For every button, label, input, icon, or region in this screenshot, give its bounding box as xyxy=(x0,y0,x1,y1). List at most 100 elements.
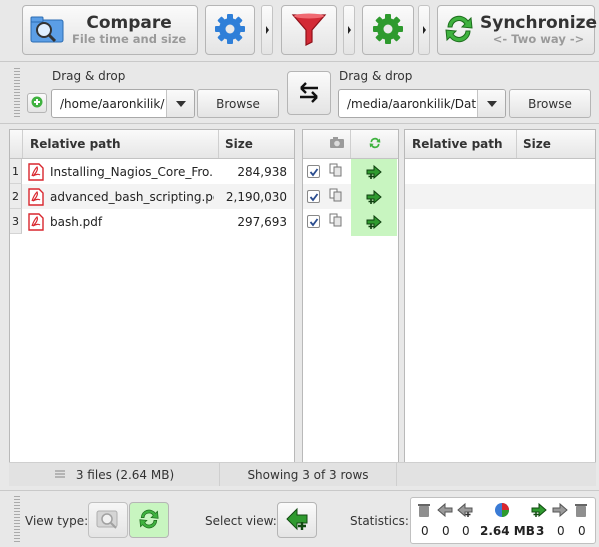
stat-delete-right: 0 xyxy=(578,524,586,538)
compare-category-icon xyxy=(329,136,345,152)
synchronize-variant: <- Two way -> xyxy=(492,32,585,47)
add-folder-pair-button[interactable] xyxy=(27,93,47,113)
create-left-gray-icon xyxy=(457,502,473,521)
action-row[interactable] xyxy=(303,159,398,184)
stat-delete-left: 0 xyxy=(421,524,429,538)
pdf-file-icon xyxy=(28,212,44,231)
view-type-compare-toggle[interactable] xyxy=(88,502,128,538)
synchronize-button[interactable]: Synchronize <- Two way -> xyxy=(437,5,597,55)
funnel-icon xyxy=(291,12,327,49)
row-number[interactable]: 3 xyxy=(10,209,22,234)
panel-grip[interactable] xyxy=(14,68,20,118)
table-row[interactable]: 1 Installing_Nagios_Core_Fro... 284,938 xyxy=(10,159,294,184)
sync-action-header-icon xyxy=(368,136,382,153)
action-row[interactable] xyxy=(303,184,398,209)
file-name[interactable]: Installing_Nagios_Core_Fro... xyxy=(50,165,214,179)
pdf-file-icon xyxy=(28,162,44,181)
middle-action-grid[interactable] xyxy=(302,129,399,463)
left-folder-path-text[interactable]: /home/aaronkilik/ xyxy=(52,97,166,111)
left-folder-history-dropdown[interactable] xyxy=(166,90,194,117)
table-row[interactable] xyxy=(405,184,595,209)
left-column-relative-path[interactable]: Relative path xyxy=(23,130,219,158)
category-equal-icon xyxy=(329,188,343,205)
stat-data-size: 2.64 MB xyxy=(480,524,535,538)
stat-update-right: 0 xyxy=(557,524,565,538)
chevron-down-icon xyxy=(486,100,497,107)
sync-settings-button[interactable] xyxy=(362,5,414,55)
right-column-size[interactable]: Size xyxy=(517,130,595,158)
swap-sides-button[interactable] xyxy=(287,71,331,115)
middle-action-column[interactable] xyxy=(351,130,398,158)
pdf-file-icon xyxy=(28,187,44,206)
left-folder-path[interactable]: /home/aaronkilik/ xyxy=(51,89,195,118)
select-view-create-left-button[interactable] xyxy=(277,502,317,538)
action-row[interactable] xyxy=(303,209,398,234)
view-type-sync-toggle[interactable] xyxy=(129,502,169,538)
bottom-separator xyxy=(0,490,599,491)
filter-menu-arrow[interactable] xyxy=(343,5,355,55)
folder-pair-separator xyxy=(0,123,599,124)
left-grid-header: Relative path Size xyxy=(10,130,294,159)
create-left-icon xyxy=(284,506,310,535)
right-column-relative-path[interactable]: Relative path xyxy=(405,130,517,158)
magnifier-folder-icon xyxy=(30,14,66,46)
data-pie-icon xyxy=(494,502,510,521)
file-name[interactable]: bash.pdf xyxy=(50,215,214,229)
compare-view-icon xyxy=(96,508,120,533)
table-row[interactable]: 3 bash.pdf 297,693 xyxy=(10,209,294,234)
stat-create-left: 0 xyxy=(462,524,470,538)
view-type-label: View type: xyxy=(25,514,89,528)
checkmark-icon xyxy=(309,192,318,201)
middle-grid-header xyxy=(303,130,398,159)
middle-category-column[interactable] xyxy=(303,130,351,158)
center-status-bar: Showing 3 of 3 rows xyxy=(219,462,396,486)
chevron-down-icon xyxy=(175,100,186,107)
right-status-bar xyxy=(396,462,596,486)
left-drag-drop-label: Drag & drop xyxy=(52,69,126,83)
compare-settings-button[interactable] xyxy=(205,5,255,55)
compare-menu-arrow[interactable] xyxy=(261,5,273,55)
right-folder-history-dropdown[interactable] xyxy=(477,90,505,117)
compare-variant: File time and size xyxy=(72,32,187,47)
sync-action-create-right-icon[interactable] xyxy=(351,159,397,184)
table-row[interactable] xyxy=(405,209,595,234)
delete-right-icon xyxy=(573,502,589,521)
include-checkbox[interactable] xyxy=(307,190,320,203)
right-folder-path[interactable]: /media/aaronkilik/Dat xyxy=(338,89,506,118)
file-name[interactable]: advanced_bash_scripting.pdf xyxy=(50,190,214,204)
rows-shown-summary: Showing 3 of 3 rows xyxy=(247,467,369,482)
update-right-icon xyxy=(552,502,568,521)
compare-button[interactable]: Compare File time and size xyxy=(22,5,198,55)
file-size: 2,190,030 xyxy=(225,189,287,204)
left-column-size[interactable]: Size xyxy=(219,130,294,158)
sync-view-icon xyxy=(137,507,161,534)
include-checkbox[interactable] xyxy=(307,215,320,228)
left-browse-button[interactable]: Browse xyxy=(197,89,279,118)
bottom-panel-grip[interactable] xyxy=(14,496,20,542)
checkmark-icon xyxy=(309,217,318,226)
sync-action-create-right-icon[interactable] xyxy=(351,184,397,209)
sync-action-create-right-icon[interactable] xyxy=(351,209,397,234)
category-equal-icon xyxy=(329,163,343,180)
blue-gear-icon xyxy=(213,12,247,49)
right-browse-button[interactable]: Browse xyxy=(509,89,591,118)
file-list-icon xyxy=(54,468,66,482)
table-row[interactable] xyxy=(405,159,595,184)
sync-menu-arrow[interactable] xyxy=(418,5,430,55)
right-folder-path-text[interactable]: /media/aaronkilik/Dat xyxy=(339,97,477,111)
row-number[interactable]: 2 xyxy=(10,184,22,209)
left-file-grid[interactable]: Relative path Size 1 Installing_Nagios_Co… xyxy=(9,129,295,463)
stat-create-right: 3 xyxy=(536,524,545,538)
category-equal-icon xyxy=(329,213,343,230)
table-row[interactable]: 2 advanced_bash_scripting.pdf 2,190,030 xyxy=(10,184,294,209)
row-number[interactable]: 1 xyxy=(10,159,22,184)
stat-update-left: 0 xyxy=(442,524,450,538)
delete-left-icon xyxy=(416,502,432,521)
update-left-icon xyxy=(437,502,453,521)
right-file-grid[interactable]: Relative path Size xyxy=(404,129,596,463)
select-view-label: Select view: xyxy=(205,514,277,528)
left-status-bar: 3 files (2.64 MB) xyxy=(9,462,219,486)
filter-button[interactable] xyxy=(281,5,337,55)
include-checkbox[interactable] xyxy=(307,165,320,178)
file-size: 297,693 xyxy=(237,214,287,229)
